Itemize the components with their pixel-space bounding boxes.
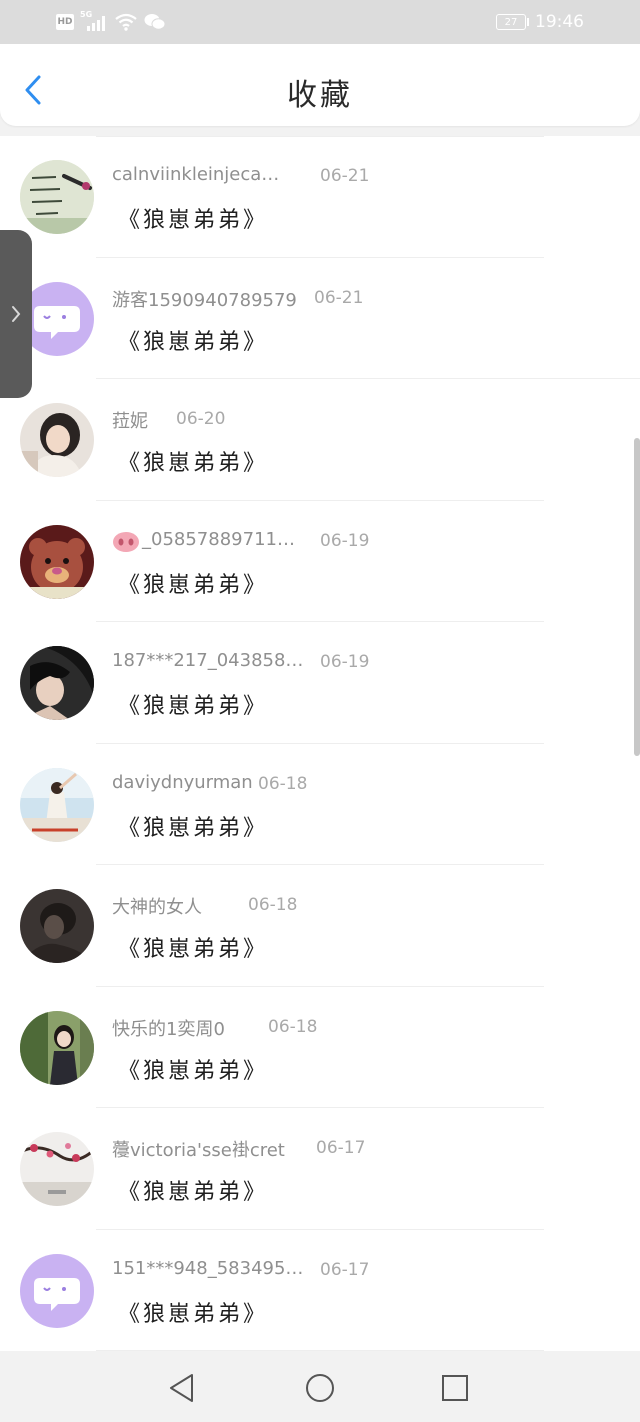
home-nav-button[interactable]: [302, 1370, 338, 1406]
favorite-title: 《狼崽弟弟》: [118, 1180, 269, 1205]
status-left: HD 5G: [56, 10, 166, 32]
list-item[interactable]: _05857889711… 06-19 《狼崽弟弟》: [0, 501, 640, 623]
list-item[interactable]: 蘉victoria'sse褂cret 06-17 《狼崽弟弟》: [0, 1108, 640, 1230]
username: 菈妮: [112, 411, 148, 432]
list-item[interactable]: 菈妮 06-20 《狼崽弟弟》: [0, 379, 640, 501]
clock: 19:46: [535, 12, 584, 32]
back-nav-button[interactable]: [164, 1370, 200, 1406]
list-item[interactable]: 151***948_583495… 06-17 《狼崽弟弟》: [0, 1230, 640, 1352]
chevron-right-icon: [12, 306, 21, 322]
avatar[interactable]: [20, 1132, 94, 1206]
favorite-title: 《狼崽弟弟》: [118, 1301, 269, 1327]
scrollbar[interactable]: [634, 438, 640, 756]
date: 06-20: [176, 409, 226, 429]
avatar[interactable]: [20, 889, 94, 963]
avatar[interactable]: [20, 524, 94, 599]
list-item[interactable]: 大神的女人 06-18 《狼崽弟弟》: [0, 865, 640, 987]
hd-icon: HD: [56, 14, 74, 30]
avatar[interactable]: [20, 403, 94, 477]
date: 06-17: [320, 1259, 370, 1280]
avatar[interactable]: [20, 646, 94, 720]
avatar[interactable]: [20, 1253, 94, 1328]
signal-icon: 5G: [80, 10, 108, 32]
favorite-title: 《狼崽弟弟》: [118, 815, 269, 841]
header: 收藏: [0, 44, 640, 126]
username: calnviinkleinjeca…: [112, 164, 280, 185]
list-item[interactable]: calnviinkleinjeca… 06-21 《狼崽弟弟》: [0, 136, 640, 258]
avatar[interactable]: [20, 160, 94, 234]
username: 蘉victoria'sse褂cret: [112, 1140, 285, 1161]
list-item[interactable]: 快乐的1奕周0 06-18 《狼崽弟弟》: [0, 987, 640, 1109]
home-circle-icon: [306, 1374, 334, 1402]
favorite-title: 《狼崽弟弟》: [118, 329, 269, 355]
username: _05857889711…: [142, 528, 295, 550]
list-item[interactable]: daviydnyurman 06-18 《狼崽弟弟》: [0, 744, 640, 866]
list-item[interactable]: 游客1590940789579 06-21 《狼崽弟弟》: [0, 258, 640, 380]
favorite-title: 《狼崽弟弟》: [118, 572, 269, 598]
username: 187***217_043858…: [112, 650, 304, 671]
wifi-icon: [115, 13, 137, 31]
avatar[interactable]: [20, 1010, 94, 1085]
favorite-title: 《狼崽弟弟》: [118, 208, 269, 233]
favorite-title: 《狼崽弟弟》: [118, 1058, 269, 1084]
recents-nav-button[interactable]: [437, 1370, 473, 1406]
avatar[interactable]: [20, 767, 94, 842]
favorite-title: 《狼崽弟弟》: [118, 694, 269, 719]
status-bar: HD 5G 27 19:46: [0, 0, 640, 44]
username: 151***948_583495…: [112, 1257, 304, 1279]
date: 06-21: [314, 287, 364, 308]
list-item[interactable]: 187***217_043858… 06-19 《狼崽弟弟》: [0, 622, 640, 744]
recents-square-icon: [442, 1375, 468, 1401]
username: daviydnyurman: [112, 771, 253, 793]
username: 游客1590940789579: [112, 289, 297, 311]
chat-bubble-icon: [34, 1277, 80, 1311]
username: 大神的女人: [112, 897, 202, 918]
battery-icon: 27: [496, 14, 526, 30]
date: 06-21: [320, 166, 370, 186]
favorites-list: calnviinkleinjeca… 06-21 《狼崽弟弟》 游客159094…: [0, 136, 640, 1351]
date: 06-18: [268, 1016, 318, 1037]
floating-side-handle[interactable]: [0, 230, 32, 398]
date: 06-19: [320, 530, 370, 551]
date: 06-17: [316, 1138, 366, 1158]
favorite-title: 《狼崽弟弟》: [118, 937, 269, 962]
status-right: 27 19:46: [496, 12, 584, 32]
username: 快乐的1奕周0: [112, 1018, 225, 1040]
back-triangle-icon: [170, 1374, 193, 1402]
date: 06-19: [320, 652, 370, 672]
date: 06-18: [258, 773, 308, 794]
date: 06-18: [248, 895, 298, 915]
pig-nose-icon: [113, 531, 139, 552]
system-nav-bar: [0, 1354, 640, 1422]
wechat-icon: [144, 14, 166, 30]
battery-tip: [527, 18, 529, 26]
page-title: 收藏: [287, 78, 353, 113]
favorite-title: 《狼崽弟弟》: [118, 451, 269, 476]
